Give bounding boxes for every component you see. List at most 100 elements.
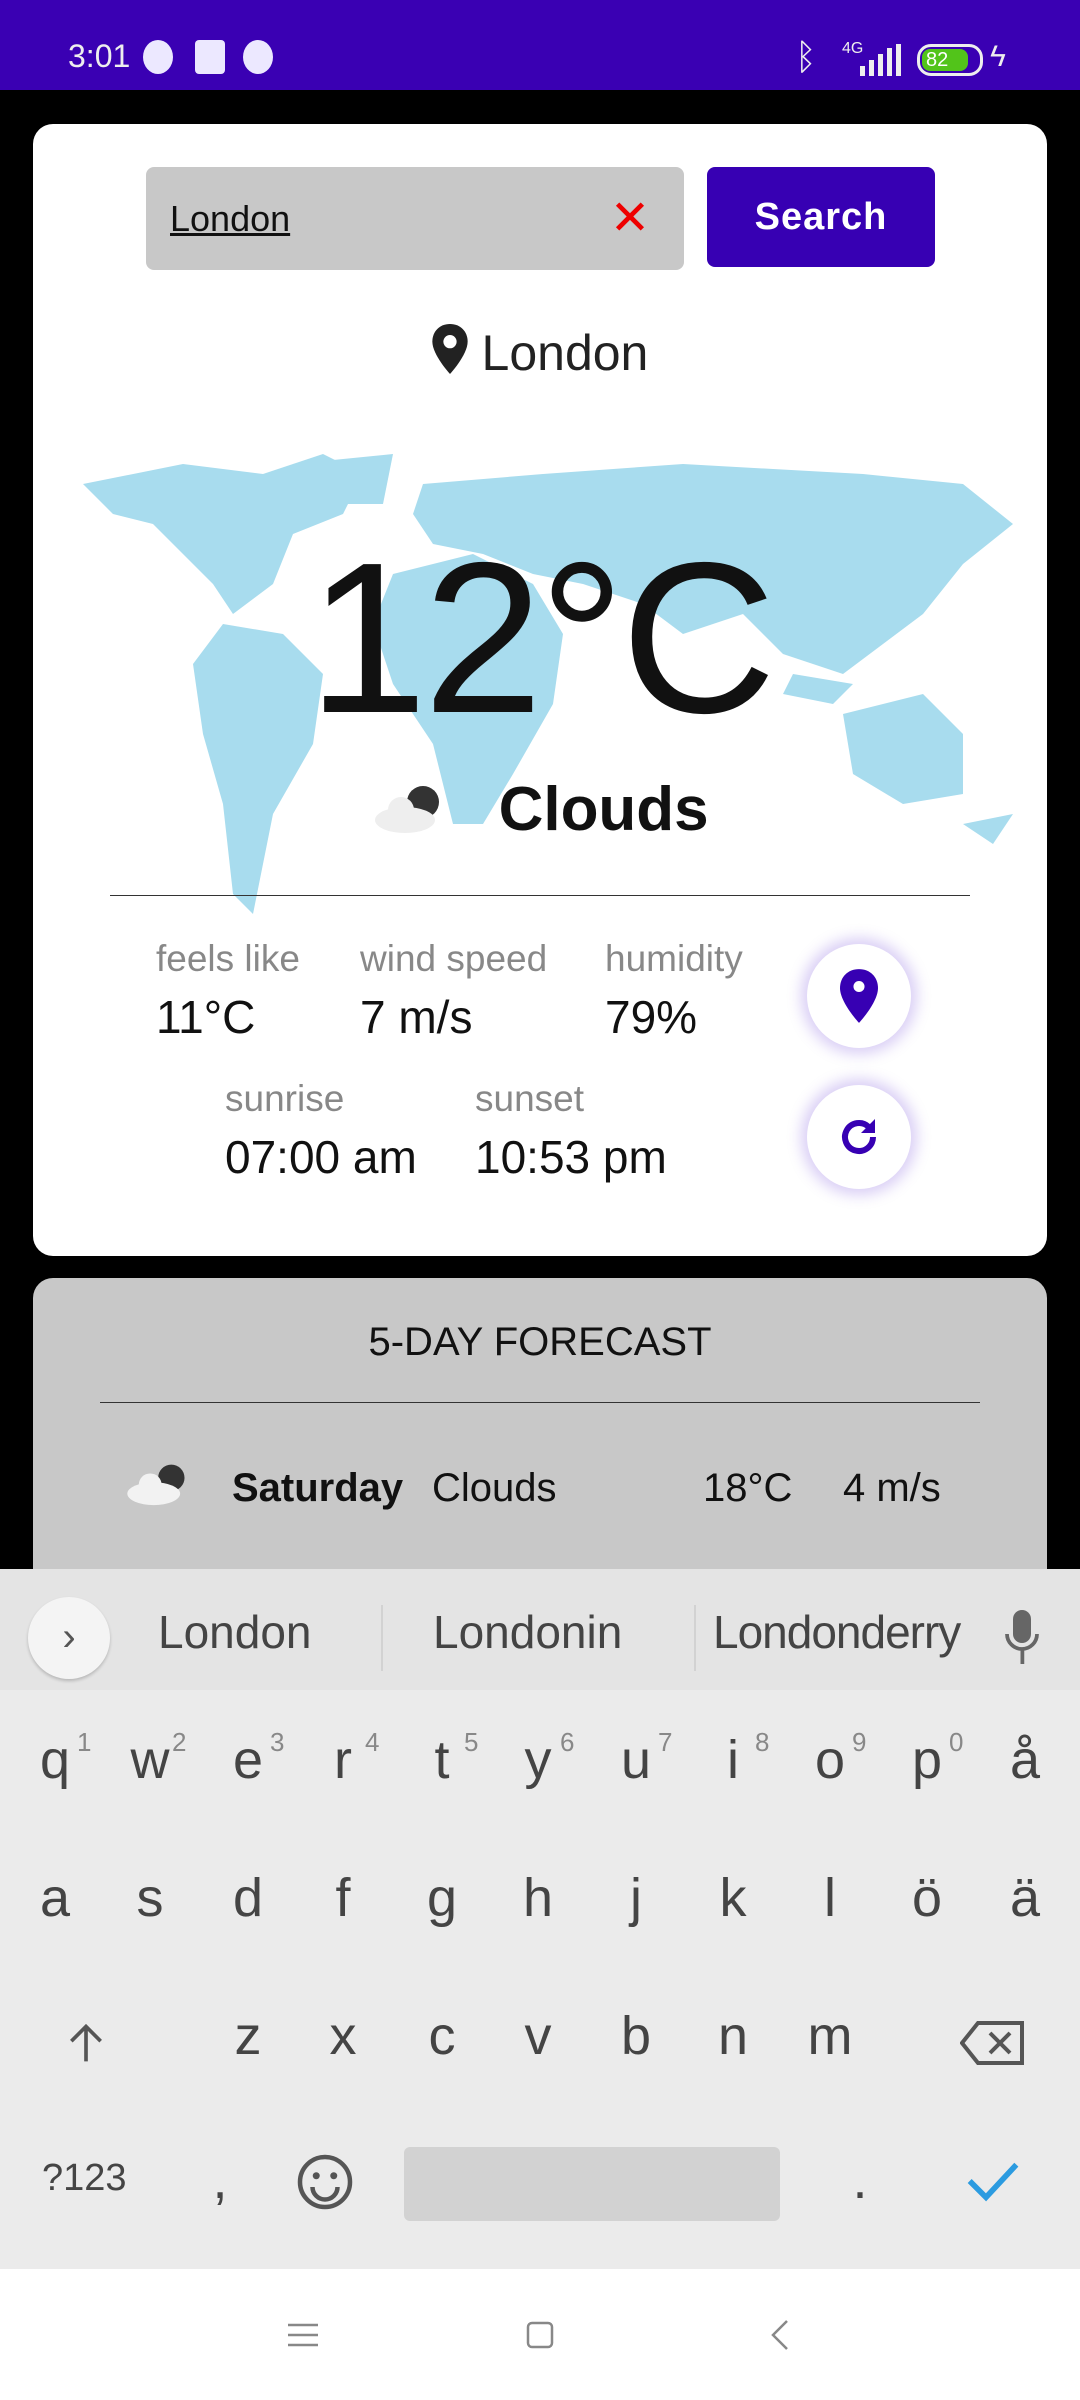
key-10[interactable]: ä [985,1867,1065,1929]
close-icon[interactable]: ✕ [602,191,658,247]
divider [100,1402,980,1403]
notification-icon [243,40,273,74]
key-hint: 4 [365,1727,380,1757]
signal-icon [860,44,901,76]
chevron-right-icon[interactable]: › [28,1597,110,1679]
use-location-button[interactable] [807,944,911,1048]
key-8[interactable]: l [790,1867,870,1929]
key-3[interactable]: f [303,1867,383,1929]
detail-value: 07:00 am [225,1131,417,1183]
navigation-bar [0,2269,1080,2400]
key-1[interactable]: s [110,1867,190,1929]
emoji-icon[interactable] [295,2152,355,2212]
detail-label: wind speed [360,938,548,979]
suggestion[interactable]: London [158,1605,312,1659]
refresh-icon [842,1119,876,1154]
location-label: London [33,324,1047,382]
cloud-sun-icon [375,786,440,833]
detail-label: humidity [605,938,743,979]
keyboard: › London Londonin Londonderry qwertyuiop… [0,1569,1080,2269]
status-bar: 3:01 ᛒ 4G 82 ϟ [0,0,1080,90]
period-key[interactable]: . [820,2149,900,2211]
forecast-temp: 18°C [703,1466,793,1510]
detail-value: 79% [605,991,698,1043]
bluetooth-icon: ᛒ [795,36,817,77]
search-field: ✕ [146,167,684,270]
search-button[interactable]: Search [707,167,935,267]
detail-value: 10:53 pm [475,1131,667,1183]
key-hint: 2 [172,1727,187,1757]
key-2[interactable]: d [208,1867,288,1929]
detail-value: 7 m/s [360,991,473,1043]
key-7[interactable]: k [693,1867,773,1929]
map-pin-icon [431,324,468,374]
notification-icon [143,40,173,74]
key-hint: 3 [270,1727,285,1757]
suggestion[interactable]: Londonin [433,1605,622,1659]
battery-level: 82 [922,49,968,71]
space-key[interactable] [404,2147,780,2221]
city-search-input[interactable] [170,195,590,243]
key-10[interactable]: å [985,1729,1065,1791]
key-hint: 0 [949,1727,964,1757]
forecast-card: 5-DAY FORECAST Saturday Clouds 18°C 4 m/… [33,1278,1047,1598]
key-0[interactable]: a [15,1867,95,1929]
key-6[interactable]: m [790,2005,870,2067]
detail-wind-speed: wind speed 7 m/s [360,938,547,1044]
puzzle-icon [195,40,225,74]
key-hint: 6 [560,1727,575,1757]
detail-sunrise: sunrise 07:00 am [225,1078,417,1184]
key-3[interactable]: v [498,2005,578,2067]
detail-feels-like: feels like 11°C [156,938,300,1044]
forecast-condition: Clouds [432,1466,557,1510]
suggestion-bar: › London Londonin Londonderry [0,1569,1080,1690]
divider [694,1605,696,1671]
key-hint: 7 [658,1727,673,1757]
key-4[interactable]: g [402,1867,482,1929]
detail-value: 11°C [156,991,256,1043]
menu-icon[interactable] [288,2323,318,2347]
forecast-title: 5-DAY FORECAST [368,1320,712,1364]
detail-label: sunset [475,1078,585,1119]
status-time: 3:01 [68,38,131,74]
detail-sunset: sunset 10:53 pm [475,1078,667,1184]
microphone-icon[interactable] [1004,1609,1040,1665]
condition-text: Clouds [498,775,709,844]
current-condition: Clouds [33,774,1047,845]
home-icon[interactable] [526,2321,554,2349]
shift-icon[interactable] [64,2021,108,2065]
symbols-key[interactable]: ?123 [42,2157,127,2200]
key-5[interactable]: h [498,1867,578,1929]
forecast-day: Saturday [232,1466,404,1510]
forecast-wind: 4 m/s [843,1466,941,1510]
location-name: London [481,325,649,381]
detail-humidity: humidity 79% [605,938,743,1044]
battery-icon: 82 [917,44,983,76]
cloud-icon [127,1464,185,1506]
key-9[interactable]: ö [887,1867,967,1929]
checkmark-icon[interactable] [965,2159,1021,2203]
key-4[interactable]: b [596,2005,676,2067]
backspace-icon[interactable] [960,2021,1026,2065]
key-2[interactable]: c [402,2005,482,2067]
key-5[interactable]: n [693,2005,773,2067]
key-hint: 5 [464,1727,479,1757]
detail-label: feels like [156,938,300,979]
divider [381,1605,383,1671]
key-0[interactable]: z [208,2005,288,2067]
map-pin-icon [840,969,878,1023]
divider [110,895,970,896]
refresh-button[interactable] [807,1085,911,1189]
key-1[interactable]: x [303,2005,383,2067]
key-hint: 8 [755,1727,770,1757]
charging-icon: ϟ [990,40,1006,73]
back-icon[interactable] [770,2319,790,2351]
key-hint: 1 [77,1727,92,1757]
suggestion[interactable]: Londonderry [713,1605,961,1659]
key-6[interactable]: j [596,1867,676,1929]
detail-label: sunrise [225,1078,345,1119]
current-temperature: 12°C [307,517,776,758]
comma-key[interactable]: , [180,2149,260,2211]
key-hint: 9 [852,1727,867,1757]
weather-card: ✕ Search London 12°C Clouds feels like 11… [33,124,1047,1256]
